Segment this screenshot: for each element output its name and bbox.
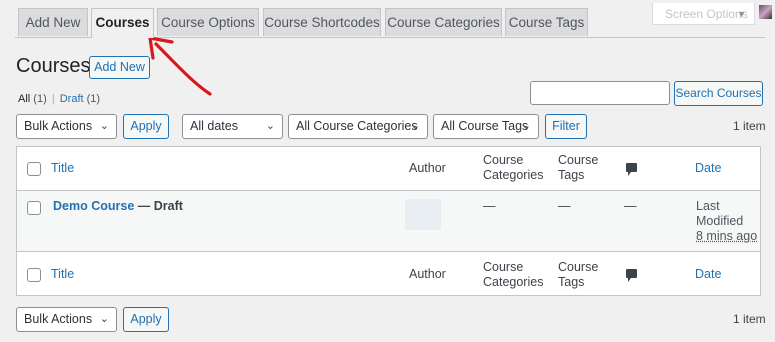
status-filters: All (1) | Draft (1) [18, 93, 100, 105]
row-date: Last Modified 8 mins ago [696, 199, 757, 244]
row-date-line-1: Last [696, 199, 720, 213]
date-filter-select[interactable]: All dates ⌄ [182, 114, 283, 139]
date-filter-value: All dates [190, 119, 238, 133]
avatar [759, 5, 772, 19]
column-date[interactable]: Date [695, 161, 721, 176]
column-title-footer[interactable]: Title [51, 267, 74, 282]
bulk-actions-bottom-value: Bulk Actions [24, 312, 93, 326]
column-categories-footer-line-1: Course [483, 260, 524, 274]
column-tags-footer-line-1: Course [558, 260, 599, 274]
tab-course-shortcodes[interactable]: Course Shortcodes [263, 8, 381, 36]
filter-separator: | [51, 93, 55, 105]
filter-draft[interactable]: Draft [60, 93, 84, 105]
row-date-line-3: 8 mins ago [696, 229, 758, 243]
row-title-link[interactable]: Demo Course [53, 199, 134, 213]
filter-draft-count: (1) [86, 93, 101, 105]
apply-button-bottom[interactable]: Apply [123, 307, 169, 332]
column-author: Author [409, 161, 446, 175]
footer-divider [17, 251, 760, 252]
row-tags: — [558, 199, 571, 213]
filter-button[interactable]: Filter [545, 114, 587, 139]
table-row: Demo Course — Draft — — — Last Modified … [17, 191, 760, 251]
course-tags-select[interactable]: All Course Tags ⌄ [433, 114, 539, 139]
row-checkbox[interactable] [27, 201, 41, 215]
select-all-checkbox-bottom[interactable] [27, 268, 41, 282]
tab-course-tags[interactable]: Course Tags [505, 8, 588, 36]
tab-course-categories[interactable]: Course Categories [385, 8, 502, 36]
row-title: Demo Course — Draft [53, 199, 183, 214]
column-categories: Course Categories [483, 153, 543, 183]
chevron-down-icon: ⌄ [410, 120, 420, 132]
author-avatar [405, 199, 441, 230]
chevron-down-icon: ▼ [737, 9, 746, 19]
comments-icon [626, 163, 637, 176]
column-categories-footer: Course Categories [483, 260, 543, 290]
column-tags-line-1: Course [558, 153, 599, 167]
search-input[interactable] [530, 81, 670, 105]
course-categories-select[interactable]: All Course Categories ⌄ [288, 114, 428, 139]
courses-table: Title Author Course Categories Course Ta… [16, 146, 761, 296]
column-categories-line-1: Course [483, 153, 524, 167]
chevron-down-icon: ⌄ [99, 120, 109, 132]
row-categories: — [483, 199, 496, 213]
column-categories-footer-line-2: Categories [483, 275, 544, 289]
chevron-down-icon: ⌄ [265, 120, 275, 132]
tab-add-new[interactable]: Add New [18, 8, 88, 36]
bulk-actions-value: Bulk Actions [24, 119, 93, 133]
apply-button[interactable]: Apply [123, 114, 169, 139]
column-tags: Course Tags [558, 153, 598, 183]
column-author-footer: Author [409, 267, 446, 281]
item-count-bottom: 1 item [733, 312, 766, 326]
chevron-down-icon: ⌄ [521, 120, 531, 132]
item-count: 1 item [733, 119, 766, 133]
screen-options-label: Screen Options [665, 7, 748, 21]
course-tags-value: All Course Tags [441, 119, 529, 133]
page-title: Courses [16, 55, 91, 77]
select-all-checkbox[interactable] [27, 162, 41, 176]
screen-options-button[interactable]: Screen Options ▼ [652, 3, 755, 25]
chevron-down-icon: ⌄ [99, 313, 109, 325]
column-tags-line-2: Tags [558, 168, 585, 182]
filter-all[interactable]: All [18, 93, 30, 105]
row-comments: — [624, 199, 637, 213]
column-date-footer[interactable]: Date [695, 267, 721, 282]
comments-icon [626, 269, 637, 282]
annotation-arrow [148, 36, 212, 96]
tab-courses[interactable]: Courses [91, 8, 154, 38]
column-tags-footer: Course Tags [558, 260, 598, 290]
column-tags-footer-line-2: Tags [558, 275, 585, 289]
bulk-actions-select[interactable]: Bulk Actions ⌄ [16, 114, 117, 139]
search-courses-button[interactable]: Search Courses [674, 81, 763, 106]
bulk-actions-select-bottom[interactable]: Bulk Actions ⌄ [16, 307, 117, 332]
column-categories-line-2: Categories [483, 168, 544, 182]
course-categories-value: All Course Categories [296, 119, 418, 133]
filter-all-count: (1) [33, 93, 47, 105]
column-title[interactable]: Title [51, 161, 74, 176]
row-date-line-2: Modified [696, 214, 744, 228]
row-state: — Draft [134, 199, 183, 213]
